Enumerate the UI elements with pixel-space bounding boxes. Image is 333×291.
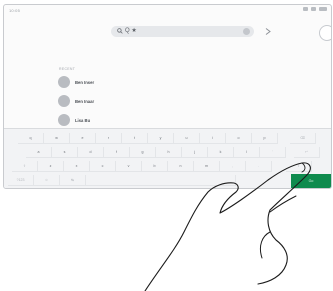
keyboard-row: ⇧ z x c v b n m , . ⇧ xyxy=(4,161,331,173)
key[interactable]: m xyxy=(194,161,220,172)
clear-search-icon[interactable] xyxy=(243,28,250,35)
key[interactable]: e xyxy=(70,133,96,144)
keyboard-row: ?123 ☺ ↹ xyxy=(4,175,331,187)
shift-key[interactable]: ⇧ xyxy=(12,161,38,172)
key[interactable]: n xyxy=(168,161,194,172)
symbols-key[interactable]: ?123 xyxy=(8,175,34,186)
backspace-key[interactable]: ⌫ xyxy=(290,133,316,144)
keyboard-row: q w e r t y u i o p ⌫ xyxy=(4,133,331,145)
key[interactable]: g xyxy=(130,147,156,158)
key[interactable]: k xyxy=(208,147,234,158)
key[interactable]: a xyxy=(26,147,52,158)
contact-name: Ben Inaar xyxy=(75,98,95,104)
search-input[interactable]: Q ★ xyxy=(111,26,254,37)
signal-icon xyxy=(303,7,308,11)
device-screen: 10:05 Q ★ RECENT Ben Inser Ben Inaar Lis… xyxy=(3,4,332,189)
key[interactable]: u xyxy=(174,133,200,144)
enter-key[interactable]: ↵ xyxy=(294,147,320,158)
key[interactable]: c xyxy=(90,161,116,172)
key[interactable]: x xyxy=(64,161,90,172)
contact-item[interactable]: Lisa Bu xyxy=(58,113,90,127)
contact-name: Ben Inser xyxy=(75,79,95,85)
key[interactable]: p xyxy=(252,133,278,144)
status-icons xyxy=(303,7,327,11)
status-bar: 10:05 xyxy=(4,5,331,17)
emoji-key[interactable]: ☺ xyxy=(34,175,60,186)
chevron-right-icon[interactable] xyxy=(265,28,271,35)
key[interactable]: w xyxy=(44,133,70,144)
recent-section-label: RECENT xyxy=(59,67,76,71)
key[interactable]: y xyxy=(148,133,174,144)
avatar xyxy=(58,95,70,107)
key[interactable]: b xyxy=(142,161,168,172)
key[interactable]: f xyxy=(104,147,130,158)
key[interactable]: . xyxy=(246,161,272,172)
tab-key[interactable]: ↹ xyxy=(60,175,86,186)
key[interactable]: h xyxy=(156,147,182,158)
avatar xyxy=(58,76,70,88)
shift-key[interactable]: ⇧ xyxy=(286,161,312,172)
key[interactable]: v xyxy=(116,161,142,172)
key[interactable]: r xyxy=(96,133,122,144)
key[interactable]: , xyxy=(220,161,246,172)
expand-icon[interactable] xyxy=(319,25,331,41)
key[interactable]: t xyxy=(122,133,148,144)
contact-item[interactable]: Ben Inser xyxy=(58,75,94,89)
keyboard-row: a s d f g h j k l ' ↵ xyxy=(4,147,331,159)
avatar xyxy=(58,114,70,126)
key[interactable]: z xyxy=(38,161,64,172)
illustration-stage: 10:05 Q ★ RECENT Ben Inser Ben Inaar Lis… xyxy=(0,0,333,291)
key[interactable]: j xyxy=(182,147,208,158)
call-button[interactable]: Go xyxy=(291,174,331,188)
key[interactable]: l xyxy=(234,147,260,158)
onscreen-keyboard: q w e r t y u i o p ⌫ a s d f g h j k l … xyxy=(4,128,331,188)
key[interactable]: d xyxy=(78,147,104,158)
status-time: 10:05 xyxy=(9,8,21,13)
key[interactable]: q xyxy=(18,133,44,144)
contact-name: Lisa Bu xyxy=(75,117,91,123)
search-icon xyxy=(117,28,123,34)
space-key[interactable] xyxy=(86,175,236,186)
key[interactable]: ' xyxy=(260,147,286,158)
key[interactable]: i xyxy=(200,133,226,144)
key[interactable]: s xyxy=(52,147,78,158)
search-query: Q ★ xyxy=(125,28,137,34)
wifi-icon xyxy=(311,7,316,11)
contact-item[interactable]: Ben Inaar xyxy=(58,94,94,108)
key[interactable]: o xyxy=(226,133,252,144)
battery-icon xyxy=(319,7,327,11)
